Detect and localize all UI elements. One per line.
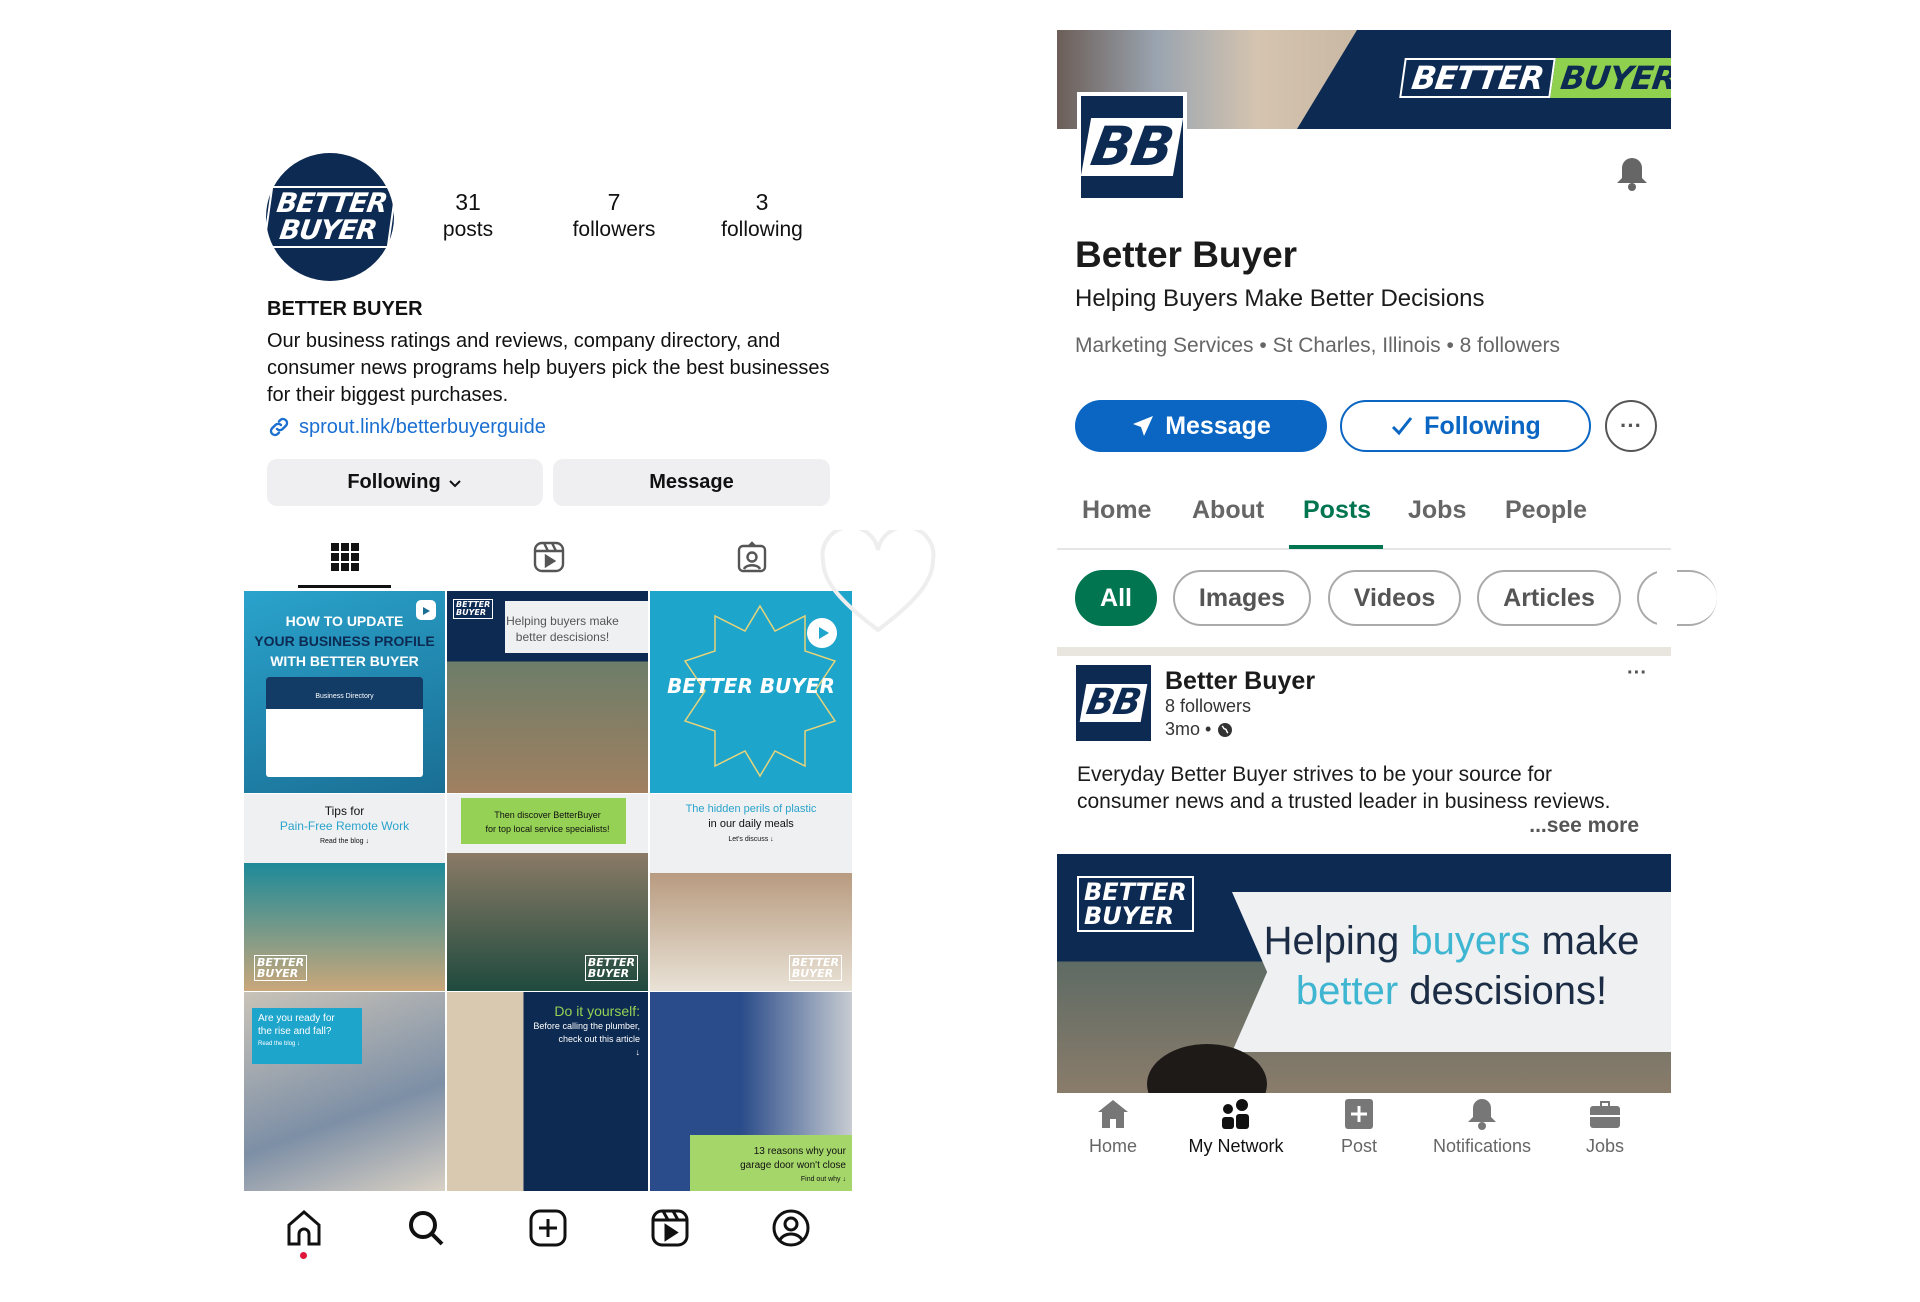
post-author[interactable]: Better Buyer: [1165, 667, 1315, 696]
post-text: Everyday Better Buyer strives to be your…: [1077, 763, 1611, 813]
banner-logo: BETTER BUYER: [1399, 58, 1671, 98]
active-tab-indicator: [298, 585, 391, 588]
tab-home[interactable]: Home: [1082, 496, 1151, 525]
chevron-down-icon: [448, 479, 461, 487]
bell-icon: [1468, 1099, 1496, 1130]
see-more-link[interactable]: ...see more: [1500, 814, 1639, 838]
company-logo[interactable]: BB: [1077, 92, 1187, 202]
profile-icon[interactable]: [771, 1208, 811, 1248]
company-name: Better Buyer: [1075, 234, 1298, 275]
briefcase-icon: [1590, 1101, 1620, 1128]
following-button[interactable]: Following: [267, 459, 543, 506]
post-image[interactable]: Helping buyers make better descisions! B…: [1057, 854, 1671, 1093]
post-menu-icon[interactable]: ···: [1627, 662, 1647, 685]
stat-posts[interactable]: 31 posts: [393, 189, 543, 243]
home-icon: [1098, 1100, 1128, 1128]
post-author-followers: 8 followers: [1165, 696, 1252, 716]
reel-icon: [416, 600, 436, 620]
post-tile[interactable]: The hidden perils of plastic in our daily…: [650, 794, 852, 991]
nav-notifications[interactable]: Notifications: [1427, 1098, 1537, 1157]
post-icon: [1345, 1099, 1373, 1129]
post-time: 3mo •: [1165, 719, 1233, 740]
post-tile[interactable]: Are you ready for the rise and fall? Read …: [244, 992, 445, 1191]
network-icon: [1222, 1099, 1249, 1129]
tagged-icon[interactable]: [735, 540, 769, 574]
tab-jobs[interactable]: Jobs: [1408, 496, 1466, 525]
filter-images[interactable]: Images: [1173, 570, 1311, 626]
tab-posts[interactable]: Posts: [1303, 496, 1371, 525]
reels-icon[interactable]: [532, 540, 566, 574]
nav-home[interactable]: Home: [1058, 1098, 1168, 1157]
bell-icon[interactable]: [1615, 156, 1649, 192]
post-tile[interactable]: 13 reasons why your garage door won't clo…: [650, 992, 852, 1191]
avatar-logo: BETTER BUYER: [262, 186, 398, 248]
section-separator: [1057, 647, 1671, 656]
grid-icon[interactable]: [328, 540, 362, 574]
message-button[interactable]: Message: [1075, 400, 1327, 452]
stat-following[interactable]: 3 following: [687, 189, 837, 243]
stat-followers[interactable]: 7 followers: [539, 189, 689, 243]
filter-more[interactable]: [1637, 570, 1717, 626]
post-tile[interactable]: Helping buyers make better descisions! BE…: [447, 591, 648, 793]
profile-link[interactable]: sprout.link/betterbuyerguide: [267, 415, 546, 439]
company-meta: Marketing Services • St Charles, Illinoi…: [1075, 334, 1561, 357]
link-icon: [269, 417, 289, 437]
profile-bio: Our business ratings and reviews, compan…: [267, 330, 830, 406]
company-tagline: Helping Buyers Make Better Decisions: [1075, 285, 1485, 312]
active-tab-indicator: [1289, 545, 1383, 549]
nav-jobs[interactable]: Jobs: [1550, 1098, 1660, 1157]
image-logo: BETTER BUYER: [1077, 876, 1194, 932]
message-button[interactable]: Message: [553, 459, 830, 506]
tab-people[interactable]: People: [1505, 496, 1587, 525]
heart-icon: [820, 530, 936, 633]
notification-dot: [300, 1252, 307, 1259]
profile-avatar[interactable]: BETTER BUYER: [262, 153, 398, 281]
post-tile[interactable]: HOW TO UPDATE YOUR BUSINESS PROFILE WITH B…: [244, 591, 445, 793]
post-tile[interactable]: Do it yourself: Before calling the plumbe…: [447, 992, 648, 1191]
filter-all[interactable]: All: [1075, 570, 1157, 626]
filter-videos[interactable]: Videos: [1328, 570, 1461, 626]
send-icon: [1133, 416, 1154, 436]
nav-post[interactable]: Post: [1304, 1098, 1414, 1157]
tab-about[interactable]: About: [1192, 496, 1264, 525]
reels-icon[interactable]: [650, 1208, 690, 1248]
following-button[interactable]: Following: [1340, 400, 1591, 452]
profile-name: BETTER BUYER: [267, 298, 423, 320]
globe-icon: [1218, 722, 1233, 737]
post-author-logo[interactable]: BB: [1076, 665, 1151, 741]
create-icon[interactable]: [528, 1208, 568, 1248]
nav-my-network[interactable]: My Network: [1181, 1098, 1291, 1157]
home-icon[interactable]: [284, 1208, 324, 1248]
filter-articles[interactable]: Articles: [1477, 570, 1621, 626]
search-icon[interactable]: [406, 1208, 446, 1248]
more-options-button[interactable]: ···: [1605, 400, 1657, 452]
post-tile[interactable]: Tips for Pain-Free Remote Work Read the bl…: [244, 794, 445, 991]
post-tile[interactable]: Then discover BetterBuyer for top local s…: [447, 794, 648, 991]
check-icon: [1392, 417, 1413, 436]
